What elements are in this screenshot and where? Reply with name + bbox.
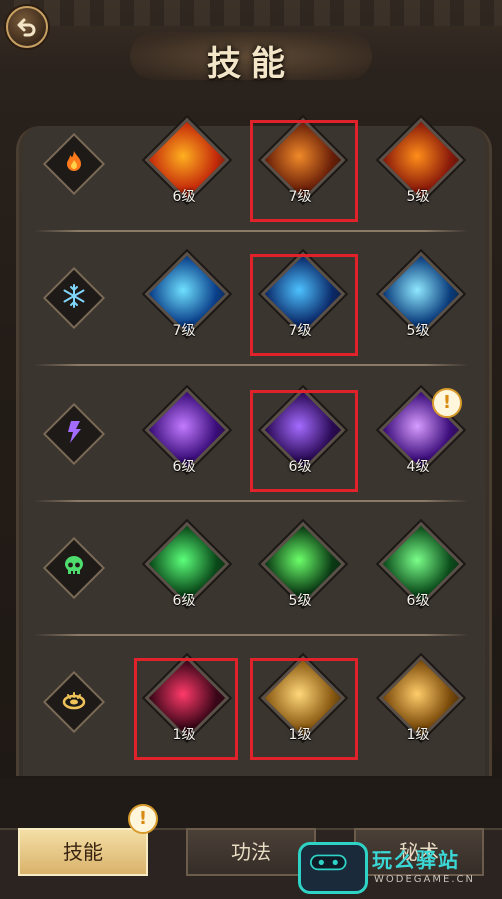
highlight-box <box>250 658 358 760</box>
watermark-logo <box>298 842 368 894</box>
skill-level-label: 4级 <box>406 459 430 475</box>
game-screen: 技能 6级 7级 5级 7级 7级 5级 6级 6级 4级! 6级 5级 6级 1级 1级 1级 技能 ! … <box>0 0 502 899</box>
skill-level-label: 5级 <box>406 323 430 339</box>
watermark-sub: WODEGAME.CN <box>374 874 475 885</box>
skill-thunder-skill-1[interactable]: 6级 <box>144 387 230 482</box>
row-divider <box>34 230 468 232</box>
skill-level-label: 6级 <box>172 459 196 475</box>
skill-poison-skill-1[interactable]: 6级 <box>144 521 230 616</box>
skill-fire-skill-1[interactable]: 6级 <box>144 117 230 212</box>
skill-level-label: 6级 <box>406 593 430 609</box>
highlight-box <box>250 254 358 356</box>
skill-poison-skill-2[interactable]: 5级 <box>260 521 346 616</box>
light-ring-icon <box>55 681 93 719</box>
skill-ice-skill-3[interactable]: 5级 <box>378 251 464 346</box>
skill-level-label: 5级 <box>288 593 312 609</box>
skill-level-label: 5级 <box>406 189 430 205</box>
watermark: 玩么驿站 WODEGAME.CN <box>298 842 498 894</box>
skill-level-label: 7级 <box>172 323 196 339</box>
page-title: 技能 <box>207 44 295 84</box>
fire-icon <box>55 143 93 181</box>
highlight-box <box>250 390 358 492</box>
skill-light-skill-2[interactable]: 1级 <box>378 655 464 750</box>
skill-level-label: 1级 <box>406 727 430 743</box>
skill-level-label: 6级 <box>172 593 196 609</box>
watermark-text: 玩么驿站 <box>372 848 460 872</box>
highlight-box <box>250 120 358 222</box>
skull-icon <box>55 547 93 585</box>
skill-level-label: 6级 <box>172 189 196 205</box>
back-button[interactable] <box>6 6 48 48</box>
title-banner: 技能 <box>130 20 372 90</box>
row-divider <box>34 364 468 366</box>
tab-methods[interactable]: 功法 <box>186 828 316 876</box>
row-divider <box>34 500 468 502</box>
back-arrow-icon <box>17 18 36 37</box>
skill-poison-skill-3[interactable]: 6级 <box>378 521 464 616</box>
skill-alert-badge: ! <box>432 388 462 418</box>
row-divider <box>34 634 468 636</box>
tab-skills[interactable]: 技能 <box>18 828 148 876</box>
skill-fire-skill-3[interactable]: 5级 <box>378 117 464 212</box>
lightning-icon <box>55 413 93 451</box>
highlight-box <box>134 658 238 760</box>
tab-skills-alert-badge: ! <box>128 804 158 834</box>
snowflake-icon <box>55 277 93 315</box>
skill-ice-skill-1[interactable]: 7级 <box>144 251 230 346</box>
